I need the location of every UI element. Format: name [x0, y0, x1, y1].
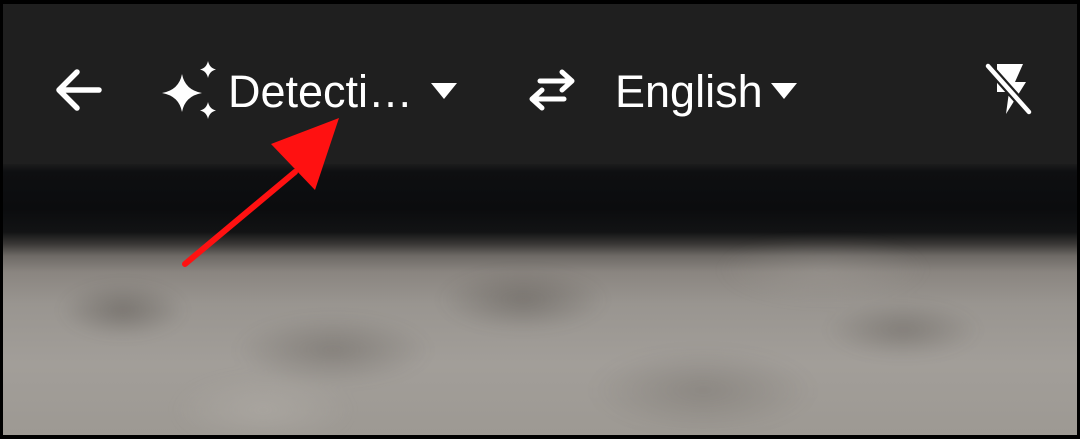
screenshot-frame: Detecti… English — [0, 0, 1080, 439]
camera-surface-texture — [3, 240, 1077, 435]
source-language-label: Detecti… — [228, 65, 414, 117]
flash-off-icon — [982, 60, 1034, 123]
flash-toggle-button[interactable] — [979, 58, 1037, 124]
swap-languages-icon — [526, 69, 578, 116]
target-language-label: English — [615, 65, 763, 117]
target-language-selector[interactable]: English — [615, 56, 830, 126]
source-dropdown-caret-icon — [431, 83, 458, 99]
camera-translate-screen: Detecti… English — [3, 4, 1077, 435]
top-toolbar: Detecti… English — [3, 4, 1077, 164]
auto-detect-sparkle-icon — [158, 60, 224, 122]
arrow-back-icon — [53, 68, 103, 117]
swap-languages-button[interactable] — [521, 64, 583, 120]
back-button[interactable] — [50, 64, 106, 120]
target-dropdown-caret-icon — [770, 83, 797, 99]
source-language-selector[interactable]: Detecti… — [158, 56, 478, 126]
